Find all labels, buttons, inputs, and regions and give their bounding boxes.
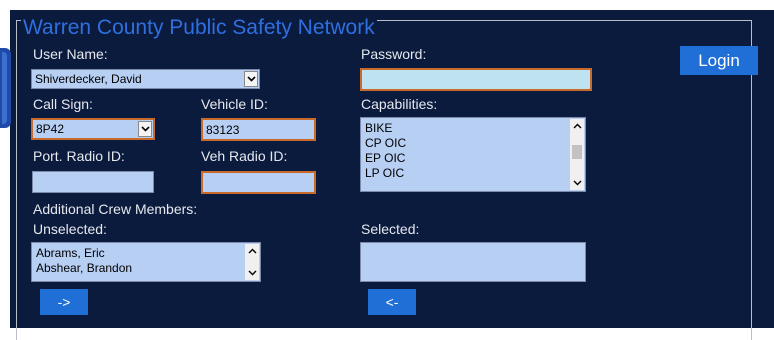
- chevron-down-icon[interactable]: [570, 176, 584, 190]
- vehicle-id-label: Vehicle ID:: [201, 96, 268, 112]
- selected-crew-listbox[interactable]: [360, 242, 586, 282]
- side-accent: [0, 48, 11, 128]
- unselected-scrollbar[interactable]: [245, 244, 259, 280]
- veh-radio-id-label: Veh Radio ID:: [201, 148, 288, 164]
- user-name-value: Shiverdecker, David: [35, 72, 142, 86]
- list-item[interactable]: EP OIC: [361, 151, 585, 166]
- user-name-label: User Name:: [33, 46, 108, 62]
- list-item[interactable]: Abrams, Eric: [32, 246, 260, 261]
- remove-crew-button[interactable]: <-: [368, 289, 416, 315]
- user-name-select[interactable]: Shiverdecker, David: [31, 69, 260, 89]
- chevron-down-icon[interactable]: [244, 71, 258, 87]
- password-input[interactable]: [360, 68, 592, 91]
- crew-label: Additional Crew Members:: [33, 201, 198, 217]
- password-label: Password:: [361, 46, 427, 62]
- chevron-up-icon[interactable]: [245, 244, 259, 258]
- login-button[interactable]: Login: [680, 46, 758, 75]
- call-sign-select[interactable]: 8P42: [31, 118, 155, 140]
- list-item[interactable]: LP OIC: [361, 166, 585, 181]
- group-legend: Warren County Public Safety Network: [21, 16, 377, 40]
- port-radio-id-label: Port. Radio ID:: [33, 148, 125, 164]
- list-item[interactable]: CP OIC: [361, 136, 585, 151]
- port-radio-id-input[interactable]: [32, 171, 154, 193]
- call-sign-label: Call Sign:: [33, 96, 93, 112]
- scroll-thumb[interactable]: [572, 145, 582, 159]
- capabilities-label: Capabilities:: [361, 96, 438, 112]
- call-sign-value: 8P42: [36, 122, 65, 136]
- vehicle-id-input[interactable]: 83123: [201, 118, 316, 141]
- list-item[interactable]: BIKE: [361, 121, 585, 136]
- chevron-down-icon[interactable]: [245, 266, 259, 280]
- veh-radio-id-input[interactable]: [201, 171, 316, 194]
- capabilities-listbox[interactable]: BIKE CP OIC EP OIC LP OIC: [360, 117, 586, 192]
- chevron-down-icon[interactable]: [138, 121, 152, 137]
- chevron-up-icon[interactable]: [570, 119, 584, 133]
- capabilities-scrollbar[interactable]: [570, 119, 584, 190]
- unselected-label: Unselected:: [33, 221, 107, 237]
- list-item[interactable]: Abshear, Brandon: [32, 261, 260, 276]
- selected-label: Selected:: [361, 221, 420, 237]
- unselected-crew-listbox[interactable]: Abrams, Eric Abshear, Brandon: [31, 242, 261, 282]
- vehicle-id-value: 83123: [206, 122, 240, 137]
- add-crew-button[interactable]: ->: [40, 289, 88, 315]
